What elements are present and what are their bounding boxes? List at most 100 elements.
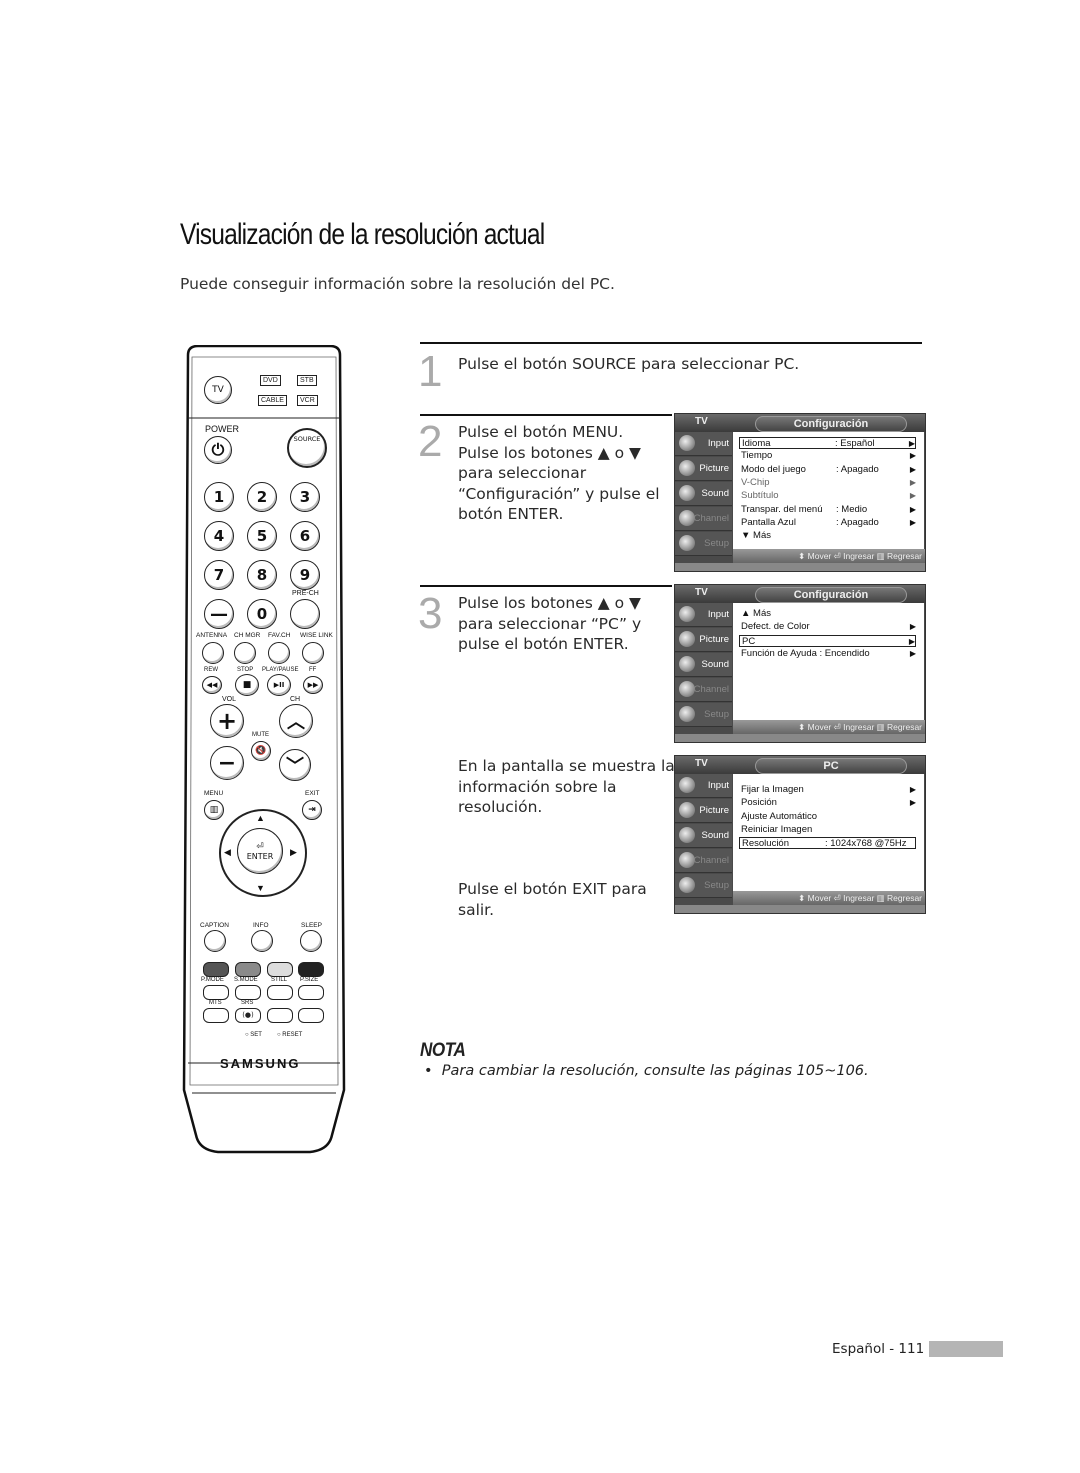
tv-bottom-bar [675, 563, 925, 571]
digit-3-button[interactable]: 3 [290, 482, 320, 512]
digit-1-button[interactable]: 1 [204, 482, 234, 512]
ff-button[interactable]: ▶▶ [303, 676, 323, 694]
menu-item-label: Función de Ayuda : Encendido [741, 647, 870, 659]
p-mode-button[interactable] [203, 985, 229, 1000]
digit-8-button[interactable]: 8 [247, 560, 277, 590]
menu-item[interactable]: Pantalla Azul : Apagado ▶ [741, 517, 916, 529]
note-body: Para cambiar la resolución, consulte las… [441, 1063, 869, 1079]
menu-item[interactable]: V-Chip ▶ [741, 477, 916, 489]
menu-item[interactable]: Subtítulo ▶ [741, 490, 916, 502]
yellow-color-button[interactable] [267, 962, 293, 977]
blank-button-2[interactable] [298, 1008, 324, 1023]
vol-up-button[interactable]: + [210, 704, 244, 738]
menu-item[interactable]: Defect. de Color ▶ [741, 621, 916, 633]
menu-item[interactable]: Tiempo ▶ [741, 450, 916, 462]
p-size-button[interactable] [298, 985, 324, 1000]
pre-ch-button[interactable] [290, 599, 320, 629]
red-color-button[interactable] [203, 962, 229, 977]
menu-item[interactable]: Posición ▶ [741, 797, 916, 809]
step-1-text: Pulse el botón SOURCE para seleccionar P… [458, 355, 800, 373]
digit-6-button[interactable]: 6 [290, 521, 320, 551]
note-title: NOTA [420, 1040, 466, 1061]
sidebar-item-channel[interactable]: Channel [675, 678, 732, 702]
menu-item[interactable]: PC ▶ [739, 634, 916, 647]
menu-item[interactable]: Ajuste Automático [741, 811, 916, 823]
sidebar-label: Setup [704, 538, 729, 549]
sidebar-item-picture[interactable]: Picture [675, 628, 732, 652]
sidebar-item-input[interactable]: Input [675, 774, 732, 798]
menu-item[interactable]: ▼ Más [741, 530, 916, 542]
sidebar-item-picture[interactable]: Picture [675, 457, 732, 481]
menu-item[interactable]: Resolución : 1024x768 @75Hz [739, 837, 916, 850]
source-button[interactable]: SOURCE [287, 428, 327, 468]
ch-down-button[interactable]: ﹀ [279, 749, 311, 781]
tv-sidebar: Input Picture Sound Channel Setup [675, 603, 732, 728]
exit-button[interactable]: ⇥ [302, 800, 322, 820]
stop-button[interactable]: ■ [235, 674, 259, 696]
menu-item[interactable]: Modo del juego : Apagado ▶ [741, 464, 916, 476]
sleep-button[interactable] [300, 930, 322, 952]
dvd-mode-button[interactable]: DVD [260, 375, 281, 386]
step-line: salir. [458, 900, 495, 919]
digit-9-button[interactable]: 9 [290, 560, 320, 590]
ch-mgr-button[interactable] [234, 642, 256, 664]
menu-panel: Idioma : Español ▶ Tiempo ▶ Modo del jue… [733, 432, 924, 554]
menu-item[interactable]: Fijar la Imagen ▶ [741, 784, 916, 796]
sidebar-item-setup[interactable]: Setup [675, 703, 732, 727]
step-3-rule [420, 585, 672, 587]
sidebar-item-setup[interactable]: Setup [675, 532, 732, 556]
antenna-button[interactable] [202, 642, 224, 664]
sidebar-item-picture[interactable]: Picture [675, 799, 732, 823]
dash-button[interactable]: — [204, 599, 234, 629]
step-4-text: En la pantalla se muestra la información … [458, 756, 675, 818]
info-button[interactable] [251, 930, 273, 952]
rew-button[interactable]: ◀◀ [202, 676, 222, 694]
sidebar-item-input[interactable]: Input [675, 432, 732, 456]
wise-link-button[interactable] [302, 642, 324, 664]
menu-item[interactable]: Función de Ayuda : Encendido ▶ [741, 648, 916, 660]
nav-right-button[interactable]: ▶ [290, 847, 297, 858]
step-line: botón ENTER. [458, 505, 564, 523]
menu-item[interactable]: ▲ Más [741, 608, 916, 620]
menu-item[interactable]: Reiniciar Imagen [741, 824, 916, 836]
sidebar-item-sound[interactable]: Sound [675, 824, 732, 848]
sidebar-item-setup[interactable]: Setup [675, 874, 732, 898]
digit-4-button[interactable]: 4 [204, 521, 234, 551]
mts-button[interactable] [203, 1008, 229, 1023]
vcr-mode-button[interactable]: VCR [297, 395, 318, 406]
green-color-button[interactable] [235, 962, 261, 977]
note-text: • Para cambiar la resolución, consulte l… [424, 1063, 869, 1079]
sidebar-item-input[interactable]: Input [675, 603, 732, 627]
nav-up-button[interactable]: ▲ [256, 813, 265, 823]
sidebar-item-channel[interactable]: Channel [675, 507, 732, 531]
ch-up-button[interactable]: ︿ [279, 704, 313, 738]
digit-0-button[interactable]: 0 [247, 599, 277, 629]
nav-left-button[interactable]: ◀ [224, 847, 231, 858]
s-mode-button[interactable] [235, 985, 261, 1000]
mute-button[interactable]: 🔇 [251, 741, 271, 761]
tv-mode-button[interactable]: TV [204, 376, 232, 404]
sidebar-item-sound[interactable]: Sound [675, 482, 732, 506]
still-button[interactable] [267, 985, 293, 1000]
vol-down-button[interactable]: − [210, 746, 244, 780]
page-title: Visualización de la resolución actual [180, 218, 545, 251]
power-button[interactable]: ⏻ [204, 436, 232, 464]
nav-down-button[interactable]: ▼ [256, 883, 265, 893]
play-pause-button[interactable]: ▶II [267, 674, 291, 696]
srs-button[interactable]: (●) [235, 1008, 261, 1023]
cable-mode-button[interactable]: CABLE [258, 395, 287, 406]
menu-button[interactable]: ▥ [204, 800, 224, 820]
sidebar-item-channel[interactable]: Channel [675, 849, 732, 873]
caption-button[interactable] [204, 930, 226, 952]
digit-7-button[interactable]: 7 [204, 560, 234, 590]
digit-2-button[interactable]: 2 [247, 482, 277, 512]
menu-item[interactable]: Idioma : Español ▶ [739, 437, 916, 449]
menu-item[interactable]: Transpar. del menú : Medio ▶ [741, 504, 916, 516]
enter-button[interactable]: ⏎ ENTER [237, 828, 283, 874]
digit-5-button[interactable]: 5 [247, 521, 277, 551]
stb-mode-button[interactable]: STB [297, 375, 317, 386]
blank-button-1[interactable] [267, 1008, 293, 1023]
blue-color-button[interactable] [298, 962, 324, 977]
sidebar-item-sound[interactable]: Sound [675, 653, 732, 677]
fav-ch-button[interactable] [268, 642, 290, 664]
